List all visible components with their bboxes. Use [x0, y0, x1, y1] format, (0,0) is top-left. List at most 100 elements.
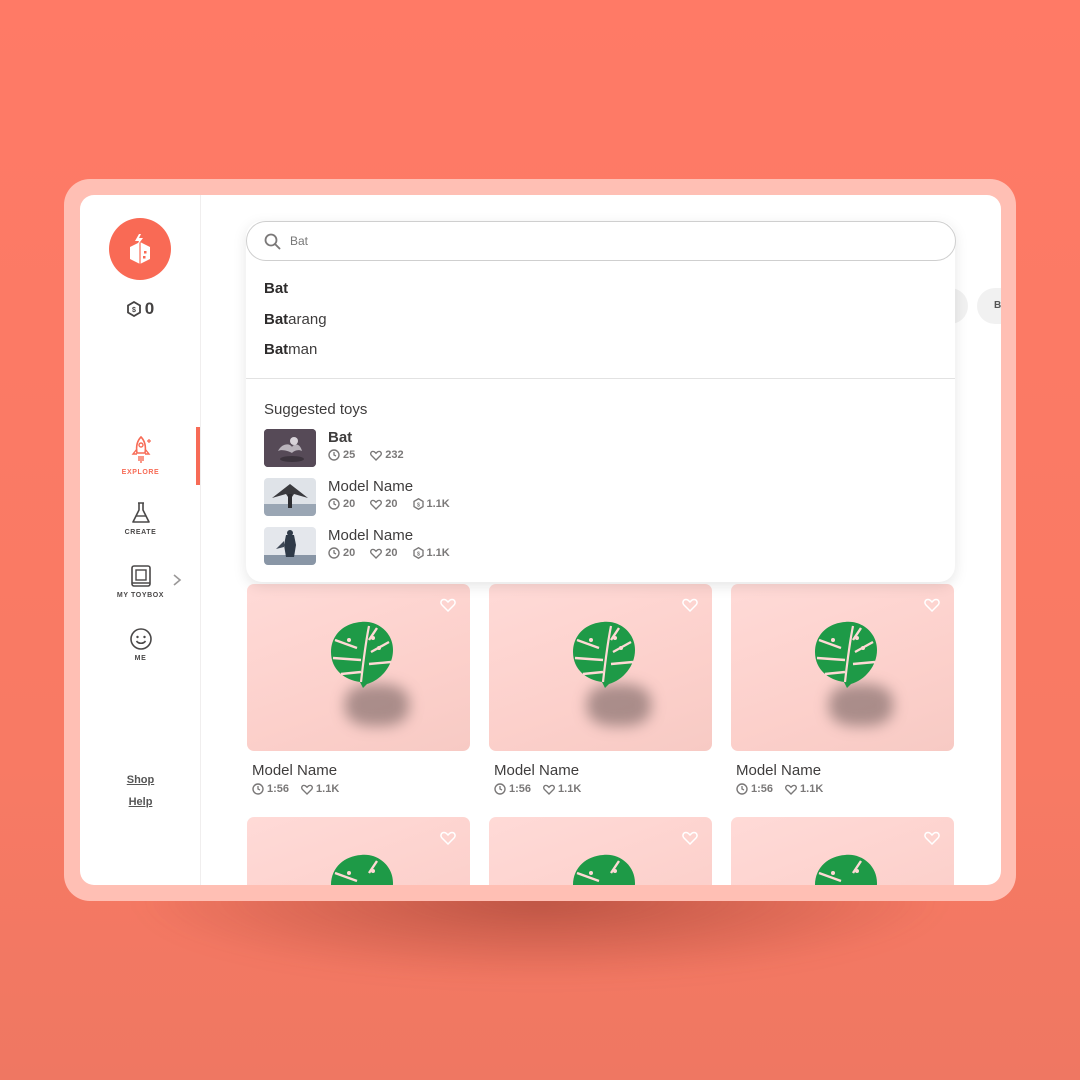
svg-text:$: $	[417, 551, 420, 557]
batman-thumbnail-image	[264, 527, 316, 565]
clock-icon	[328, 498, 340, 510]
heart-icon[interactable]	[440, 831, 456, 845]
model-thumbnail	[489, 584, 712, 751]
leaf-shadow	[587, 684, 651, 726]
heart-icon	[370, 548, 383, 559]
model-thumbnail	[247, 584, 470, 751]
model-thumbnail	[731, 817, 954, 885]
coin-icon: $	[412, 498, 424, 510]
bat-thumbnail-image	[264, 429, 316, 467]
coin-count: 0	[144, 299, 155, 318]
clock-icon	[328, 547, 340, 559]
nav-my-toybox-label: MY TOYBOX	[116, 592, 165, 599]
toy-likes: 232	[385, 449, 404, 461]
suggestion-match: Bat	[264, 341, 289, 358]
toy-thumbnail	[264, 478, 316, 516]
smiley-icon	[129, 628, 152, 650]
monstera-leaf-icon	[573, 621, 635, 688]
nav-explore[interactable]: EXPLORE	[80, 435, 201, 476]
clock-icon	[494, 783, 506, 795]
nav-create[interactable]: CREATE	[80, 501, 201, 536]
suggested-toys-heading: Suggested toys	[264, 401, 368, 418]
model-thumbnail	[247, 817, 470, 885]
coin-icon: $	[126, 301, 141, 317]
model-time: 1:56	[267, 783, 290, 795]
active-nav-indicator	[196, 427, 200, 485]
search-suggestion[interactable]: Batarang	[264, 311, 327, 328]
leaf-shadow	[829, 684, 893, 726]
suggestion-rest: man	[288, 341, 318, 358]
search-suggestion[interactable]: Bat	[264, 280, 288, 297]
model-card[interactable]	[247, 817, 470, 885]
app-logo[interactable]	[109, 218, 171, 280]
chevron-right-icon[interactable]	[172, 573, 182, 587]
toy-time: 25	[343, 449, 356, 461]
model-likes: 1.1K	[800, 783, 824, 795]
monstera-leaf-icon	[815, 854, 877, 885]
suggested-toy[interactable]: Model Name 20 20 $ 1.1K	[264, 478, 450, 518]
suggested-toy[interactable]: Model Name 20 20 $ 1.1K	[264, 527, 450, 567]
monstera-leaf-icon	[331, 854, 393, 885]
heart-icon[interactable]	[924, 831, 940, 845]
search-suggestion[interactable]: Batman	[264, 341, 317, 358]
heart-icon	[370, 499, 383, 510]
filter-chip-label: B	[994, 300, 1001, 311]
rocket-icon	[131, 435, 151, 463]
model-name: Model Name	[736, 762, 822, 779]
tablet-frame: $ 0 EXPLORE CREATE MY TOYBOX ME Shop Hel…	[64, 179, 1016, 901]
model-card[interactable]	[489, 817, 712, 885]
leaf-shadow	[345, 684, 409, 726]
nav-me[interactable]: ME	[80, 627, 201, 662]
help-link[interactable]: Help	[80, 796, 201, 808]
heart-icon	[785, 784, 797, 795]
model-thumbnail	[731, 584, 954, 751]
monstera-leaf-icon	[815, 621, 877, 688]
clock-icon	[252, 783, 264, 795]
shop-link[interactable]: Shop	[80, 774, 201, 786]
svg-text:$: $	[417, 502, 420, 508]
toy-time: 20	[343, 498, 356, 510]
search-icon	[264, 233, 281, 249]
heart-icon[interactable]	[682, 831, 698, 845]
suggestion-rest: arang	[288, 311, 327, 328]
toy-name: Model Name	[328, 478, 414, 495]
suggestion-match: Bat	[264, 280, 289, 297]
coin-balance: $ 0	[80, 299, 201, 319]
toy-thumbnail	[264, 429, 316, 467]
search-input[interactable]	[290, 234, 890, 248]
app-screen: $ 0 EXPLORE CREATE MY TOYBOX ME Shop Hel…	[80, 195, 1001, 885]
model-meta: 1:56 1.1K	[252, 783, 470, 795]
heart-icon[interactable]	[924, 598, 940, 612]
toy-meta: 20 20 $ 1.1K	[328, 498, 450, 510]
toy-box-logo-icon	[130, 234, 150, 264]
nav-explore-label: EXPLORE	[121, 469, 160, 476]
flask-icon	[131, 502, 150, 523]
model-meta: 1:56 1.1K	[736, 783, 954, 795]
model-time: 1:56	[509, 783, 532, 795]
model-likes: 1.1K	[558, 783, 582, 795]
suggested-toy[interactable]: Bat 25 232	[264, 429, 404, 469]
toy-coins: 1.1K	[426, 547, 450, 559]
search-bar[interactable]	[246, 221, 956, 261]
filter-chip[interactable]: B	[977, 288, 1001, 324]
heart-icon[interactable]	[440, 598, 456, 612]
model-name: Model Name	[252, 762, 338, 779]
monstera-leaf-icon	[573, 854, 635, 885]
toy-name: Bat	[328, 429, 353, 446]
toy-meta: 25 232	[328, 449, 404, 461]
clock-icon	[328, 449, 340, 461]
clock-icon	[736, 783, 748, 795]
toy-meta: 20 20 $ 1.1K	[328, 547, 450, 559]
model-card[interactable]: Model Name 1:56 1.1K	[247, 584, 470, 795]
nav-my-toybox[interactable]: MY TOYBOX	[80, 564, 201, 599]
dropdown-divider	[246, 378, 955, 379]
model-card[interactable]	[731, 817, 954, 885]
nav-me-label: ME	[134, 655, 147, 662]
model-card[interactable]: Model Name 1:56 1.1K	[731, 584, 954, 795]
batman-thumbnail-image	[264, 478, 316, 516]
heart-icon[interactable]	[682, 598, 698, 612]
heart-icon	[370, 450, 383, 461]
model-card[interactable]: Model Name 1:56 1.1K	[489, 584, 712, 795]
model-likes: 1.1K	[316, 783, 340, 795]
toy-coins: 1.1K	[426, 498, 450, 510]
